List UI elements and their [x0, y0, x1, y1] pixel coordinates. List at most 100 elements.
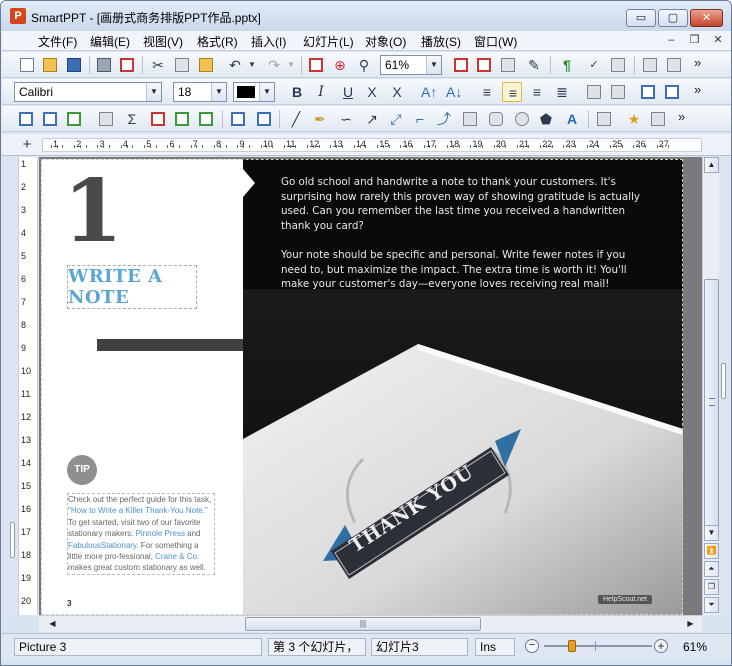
caption-textbox[interactable]: Check out the perfect guide for this tas…	[67, 493, 215, 575]
zoom-slider-track[interactable]	[544, 645, 652, 647]
zoom-combobox[interactable]: 61% ▼	[380, 55, 442, 75]
text-color-button[interactable]	[451, 55, 471, 75]
align-left-button[interactable]: ≡	[477, 82, 497, 102]
slide[interactable]: 1 WRITE A NOTE TIP Check out the perfect…	[41, 159, 683, 615]
toolbar-overflow-button[interactable]: »	[694, 55, 701, 70]
elbow-connector-button[interactable]: ⌐	[410, 109, 430, 129]
minimize-button[interactable]: ▭	[626, 9, 656, 27]
headline-textbox[interactable]: WRITE A NOTE	[67, 265, 197, 309]
strikethrough-button[interactable]: X	[362, 82, 382, 102]
slide-sorter-button[interactable]: ❐	[704, 579, 719, 595]
menu-format[interactable]: 格式(R)	[197, 33, 238, 50]
right-splitter[interactable]	[719, 157, 731, 615]
horizontal-ruler[interactable]: + 1 2 3 4 5 6 7 8 9 10 11 12 13 14 15 16 17 18 19 20 21 22 23 2…	[2, 134, 731, 156]
underline-button[interactable]: U	[338, 82, 358, 102]
wordart-button[interactable]: A	[562, 109, 582, 129]
insert-textbox-button[interactable]	[148, 109, 168, 129]
scroll-down-button[interactable]: ▼	[704, 525, 719, 541]
caption-link-fabulous[interactable]: FabulousStationary.	[68, 541, 139, 550]
new-document-button[interactable]	[17, 55, 37, 75]
caption-link-pinnole[interactable]: Pinnole Press	[136, 529, 185, 538]
clear-format-button[interactable]: X	[387, 82, 407, 102]
left-splitter[interactable]	[2, 157, 18, 615]
menu-play[interactable]: 播放(S)	[421, 33, 461, 50]
align-center-button[interactable]: ≡	[502, 82, 522, 102]
horizontal-scrollbar[interactable]: ◀ ||| ▶	[39, 615, 702, 632]
section-number[interactable]: 1	[63, 165, 123, 259]
insert-ole-button[interactable]	[96, 109, 116, 129]
toolbar-overflow-button[interactable]: »	[694, 82, 701, 97]
body-textbox[interactable]: Go old school and handwrite a note to th…	[281, 175, 651, 306]
insert-grid-button[interactable]	[40, 109, 60, 129]
select-frame-button[interactable]	[16, 109, 36, 129]
numbered-list-button[interactable]	[662, 82, 682, 102]
zoom-out-button[interactable]: −	[525, 639, 539, 653]
chevron-down-icon[interactable]: ▼	[146, 83, 161, 101]
vertical-scrollbar[interactable]: ▲ ▼ ⏫ ⏶ ❐ ⏷	[702, 157, 719, 615]
arrow-tool-button[interactable]: ↗	[362, 109, 382, 129]
rounded-rect-tool-button[interactable]	[486, 109, 506, 129]
connector-tool-button[interactable]: ⤢	[386, 109, 406, 129]
vertical-scroll-thumb[interactable]	[704, 279, 719, 527]
menu-file[interactable]: 文件(F)	[38, 33, 77, 50]
toolbar-overflow-button[interactable]: »	[678, 109, 685, 124]
decrease-indent-button[interactable]	[584, 82, 604, 102]
group-button[interactable]	[594, 109, 614, 129]
grow-font-button[interactable]: A↑	[419, 82, 439, 102]
align-right-button[interactable]: ≡	[527, 82, 547, 102]
undo-dropdown[interactable]: ▼	[245, 55, 257, 75]
star-shape-button[interactable]: ★	[624, 109, 644, 129]
divider-bar[interactable]	[97, 339, 245, 351]
find-button[interactable]: ⚲	[354, 55, 374, 75]
curve-tool-button[interactable]: ∽	[336, 109, 356, 129]
copy-button[interactable]	[172, 55, 192, 75]
save-button[interactable]	[64, 55, 84, 75]
caption-link-crane[interactable]: Crane & Co.	[155, 552, 199, 561]
doc-minimize-button[interactable]: –	[663, 32, 679, 48]
shapes-button[interactable]: ⬟	[536, 109, 556, 129]
open-button[interactable]	[40, 55, 60, 75]
justify-button[interactable]: ≣	[552, 82, 572, 102]
italic-button[interactable]: I	[311, 82, 331, 102]
cut-button[interactable]: ✂	[148, 55, 168, 75]
export-pdf-button[interactable]	[117, 55, 137, 75]
zoom-slider-thumb[interactable]	[568, 640, 576, 652]
paste-button[interactable]	[196, 55, 216, 75]
zoom-in-button[interactable]: +	[654, 639, 668, 653]
rectangle-tool-button[interactable]	[460, 109, 480, 129]
menu-edit[interactable]: 编辑(E)	[90, 33, 130, 50]
menu-view[interactable]: 视图(V)	[143, 33, 183, 50]
print-button[interactable]	[94, 55, 114, 75]
insert-frame-p-button[interactable]	[172, 109, 192, 129]
font-color-combobox[interactable]: ▼	[233, 82, 275, 102]
increase-indent-button[interactable]	[608, 82, 628, 102]
chevron-down-icon[interactable]: ▼	[259, 83, 274, 101]
template-button[interactable]	[640, 55, 660, 75]
pen-tool-button[interactable]: ✒	[310, 109, 330, 129]
picture-3[interactable]: Go old school and handwrite a note to th…	[243, 159, 683, 615]
scroll-left-button[interactable]: ◀	[45, 617, 60, 631]
list-style-button[interactable]	[498, 55, 518, 75]
status-insert-mode[interactable]: Ins	[475, 638, 515, 656]
close-button[interactable]: ✕	[690, 9, 723, 27]
line-tool-button[interactable]: ╱	[286, 109, 306, 129]
caption-link-guide[interactable]: "How to Write a Killer Thank-You Note."	[68, 506, 208, 515]
spell-check-button[interactable]: ✓	[584, 55, 604, 75]
menu-object[interactable]: 对象(O)	[365, 33, 406, 50]
undo-button[interactable]: ↶	[225, 55, 245, 75]
vertical-ruler[interactable]: 1 2 3 4 5 6 7 8 9 10 11 12 13 14 15 16 17 18 19 20	[18, 157, 38, 615]
scroll-right-button[interactable]: ▶	[683, 617, 698, 631]
splitter-handle[interactable]	[10, 522, 15, 558]
next-slide-button[interactable]: ⏷	[704, 597, 719, 613]
horizontal-scroll-thumb[interactable]: |||	[245, 617, 481, 631]
ellipse-tool-button[interactable]	[512, 109, 532, 129]
menu-window[interactable]: 窗口(W)	[474, 33, 517, 50]
curved-connector-button[interactable]: ⤴	[434, 109, 454, 129]
insert-media-button[interactable]	[254, 109, 274, 129]
redo-dropdown[interactable]: ▼	[284, 55, 296, 75]
doc-close-button[interactable]: ✕	[710, 32, 726, 48]
horizontal-ruler-strip[interactable]: 1 2 3 4 5 6 7 8 9 10 11 12 13 14 15 16 17 18 19 20 21 22 23 24 2…	[42, 138, 702, 152]
doc-restore-button[interactable]: ❐	[687, 32, 703, 48]
paragraph-mark-button[interactable]: ¶	[557, 55, 577, 75]
menu-slide[interactable]: 幻灯片(L)	[303, 33, 354, 50]
